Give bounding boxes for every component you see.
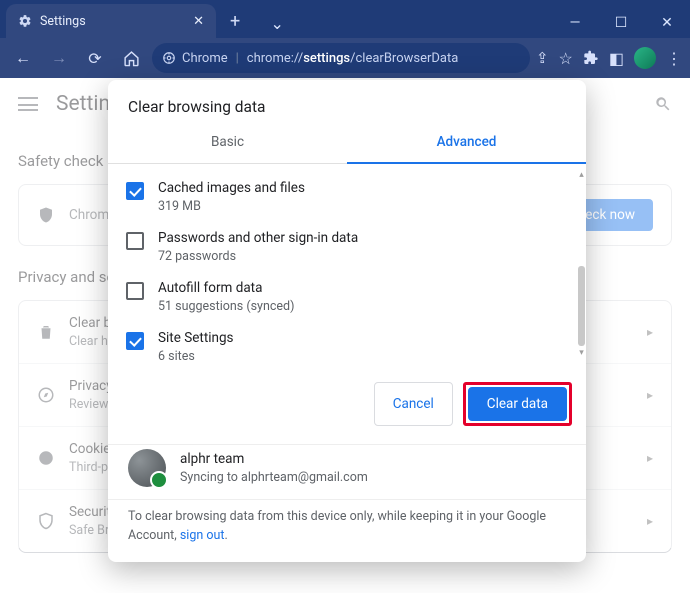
- close-window-button[interactable]: ✕: [644, 8, 690, 38]
- list-item[interactable]: Autofill form data51 suggestions (synced…: [122, 272, 580, 322]
- scrollbar[interactable]: ▴ ▾: [578, 170, 585, 358]
- checkbox[interactable]: [126, 282, 144, 300]
- reload-button[interactable]: ⟳: [80, 43, 110, 73]
- highlight-ring: Clear data: [463, 382, 572, 426]
- url-prefix: Chrome: [182, 51, 228, 66]
- dialog-tabs: Basic Advanced: [108, 122, 586, 164]
- window-controls: — ☐ ✕: [552, 8, 690, 38]
- avatar: [128, 449, 166, 487]
- checkbox[interactable]: [126, 232, 144, 250]
- dialog-title: Clear browsing data: [108, 80, 586, 122]
- minimize-button[interactable]: —: [552, 8, 598, 38]
- url-text: chrome://settings/clearBrowserData: [247, 51, 459, 66]
- dialog-actions: Cancel Clear data: [108, 364, 586, 444]
- scroll-thumb[interactable]: [578, 266, 585, 346]
- share-icon[interactable]: ⇪: [536, 49, 549, 67]
- clear-browsing-data-dialog: Clear browsing data Basic Advanced Cache…: [108, 80, 586, 562]
- gear-icon: [18, 14, 32, 28]
- panel-icon[interactable]: ◧: [609, 49, 624, 68]
- sign-out-link[interactable]: sign out: [180, 528, 225, 543]
- scroll-down-icon[interactable]: ▾: [578, 348, 585, 358]
- account-sub: Syncing to alphrteam@gmail.com: [180, 470, 368, 485]
- window-titlebar: Settings ✕ + ⌄ — ☐ ✕: [0, 0, 690, 38]
- account-row: alphr team Syncing to alphrteam@gmail.co…: [108, 444, 586, 499]
- back-button[interactable]: ←: [8, 43, 38, 73]
- new-tab-button[interactable]: +: [216, 11, 254, 38]
- checkbox[interactable]: [126, 332, 144, 350]
- site-info-icon[interactable]: Chrome: [162, 51, 228, 66]
- overflow-menu-icon[interactable]: ⋮: [666, 49, 682, 68]
- extensions-icon[interactable]: [583, 50, 599, 66]
- maximize-button[interactable]: ☐: [598, 8, 644, 38]
- tab-basic[interactable]: Basic: [108, 122, 347, 164]
- address-bar[interactable]: Chrome | chrome://settings/clearBrowserD…: [152, 43, 530, 73]
- cancel-button[interactable]: Cancel: [374, 382, 453, 426]
- bookmark-icon[interactable]: ☆: [559, 49, 573, 68]
- browser-tab[interactable]: Settings ✕: [6, 4, 216, 38]
- tab-search-icon[interactable]: ⌄: [254, 8, 300, 38]
- scroll-up-icon[interactable]: ▴: [578, 170, 585, 180]
- tab-title: Settings: [40, 14, 86, 29]
- clear-data-button[interactable]: Clear data: [468, 387, 567, 421]
- home-button[interactable]: [116, 43, 146, 73]
- forward-button[interactable]: →: [44, 43, 74, 73]
- profile-avatar-icon[interactable]: [634, 47, 656, 69]
- checkbox[interactable]: [126, 182, 144, 200]
- account-name: alphr team: [180, 451, 368, 467]
- tab-close-icon[interactable]: ✕: [193, 14, 204, 29]
- dialog-list: Cached images and files319 MB Passwords …: [108, 164, 586, 364]
- dialog-footer: To clear browsing data from this device …: [108, 499, 586, 562]
- list-item[interactable]: Cached images and files319 MB: [122, 172, 580, 222]
- tab-advanced[interactable]: Advanced: [347, 122, 586, 164]
- browser-toolbar: ← → ⟳ Chrome | chrome://settings/clearBr…: [0, 38, 690, 78]
- list-item[interactable]: Site Settings6 sites: [122, 322, 580, 364]
- list-item[interactable]: Passwords and other sign-in data72 passw…: [122, 222, 580, 272]
